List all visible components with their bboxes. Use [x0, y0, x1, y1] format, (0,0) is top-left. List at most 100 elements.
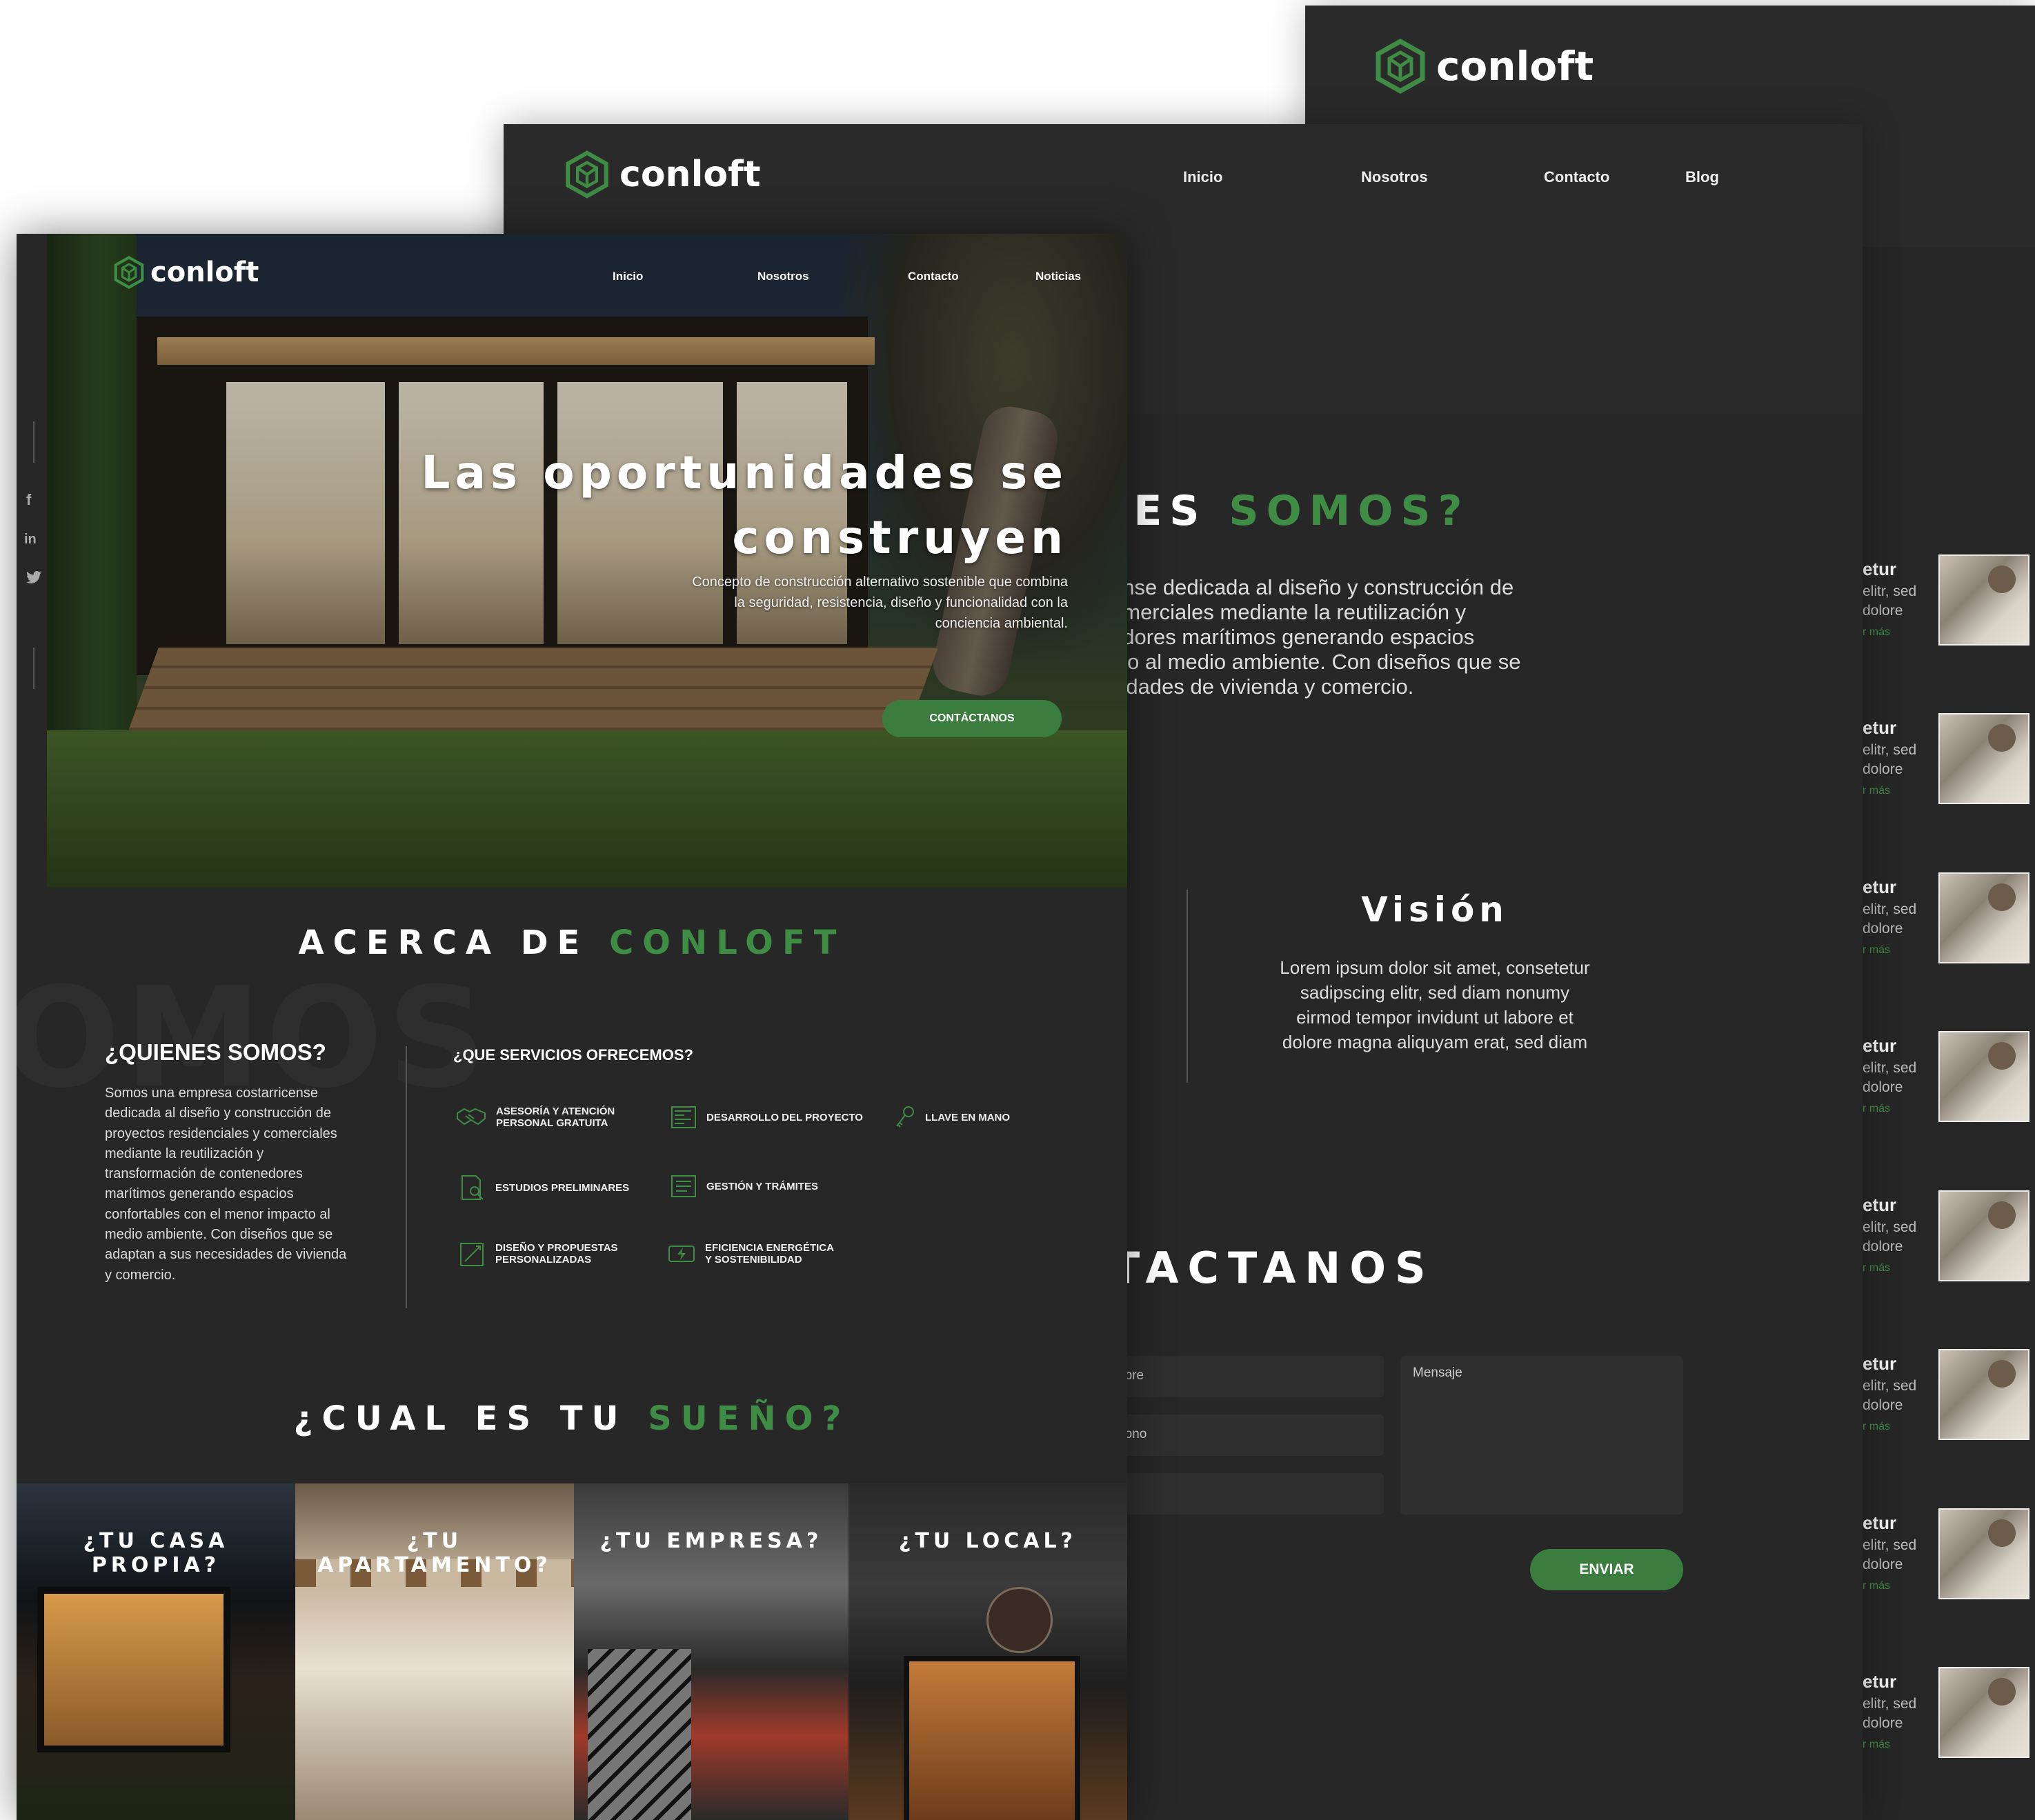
blog-card[interactable]: etur elitr, sed dolore r más [1861, 1349, 2035, 1446]
back-logo[interactable]: conloft [1374, 39, 1594, 94]
blog-card-thumbnail [1938, 1508, 2029, 1599]
vision-line: dolore magna aliquyam erat, sed diam [1282, 1032, 1588, 1052]
front-nav-inicio[interactable]: Inicio [613, 270, 643, 283]
dream-card-house[interactable]: ¿TU CASA PROPIA? [17, 1483, 295, 1820]
who-line: proyectos residenciales y comerciales [105, 1126, 337, 1141]
blog-card-excerpt: elitr, sed [1863, 1060, 1917, 1076]
dream-title-pre: ¿CUAL ES TU [293, 1399, 628, 1438]
blog-card-title: etur [1863, 1194, 1897, 1215]
blog-card[interactable]: etur elitr, sed dolore r más [1861, 554, 2035, 651]
email-field[interactable]: mail [1104, 1473, 1384, 1514]
blueprint-icon [671, 1106, 696, 1128]
dream-title-accent: SUEÑO? [648, 1399, 851, 1438]
who-text: Somos una empresa costarricense dedicada… [105, 1083, 346, 1286]
energy-icon [668, 1246, 695, 1262]
hero-subtitle-line: conciencia ambiental. [935, 616, 1068, 631]
forms-icon [671, 1175, 696, 1197]
service-label: PERSONALIZADAS [495, 1254, 592, 1266]
blog-card-excerpt: dolore [1863, 1239, 1903, 1254]
contact-title: TACTANOS [1111, 1243, 1435, 1293]
vision-title: Visión [1361, 890, 1509, 930]
social-rail-top [33, 421, 34, 463]
dream-card-apartment[interactable]: ¿TU APARTAMENTO? [295, 1483, 574, 1820]
read-more-link[interactable]: r más [1863, 1580, 1890, 1592]
name-field[interactable]: lombre [1104, 1356, 1384, 1397]
who-line: dedicada al diseño y construcción de [105, 1106, 331, 1121]
blog-card-title: etur [1863, 1671, 1897, 1692]
mid-logo[interactable]: conloft [564, 150, 761, 199]
mid-nav-blog[interactable]: Blog [1685, 168, 1719, 186]
hero-subtitle-line: la seguridad, resistencia, diseño y func… [734, 595, 1068, 610]
hero-title-line-1: Las oportunidades se [421, 446, 1068, 499]
read-more-link[interactable]: r más [1863, 1421, 1890, 1433]
about-divider [406, 1046, 407, 1308]
linkedin-icon[interactable]: in [24, 532, 37, 548]
blog-card-excerpt: dolore [1863, 1079, 1903, 1095]
blog-card[interactable]: etur elitr, sed dolore r más [1861, 1190, 2035, 1287]
service-label: DESARROLLO DEL PROYECTO [706, 1111, 863, 1123]
logo-text: conloft [1436, 43, 1594, 90]
blog-card-thumbnail [1938, 1190, 2029, 1281]
message-field[interactable]: Mensaje [1400, 1356, 1683, 1514]
who-line: y comercio. [105, 1267, 176, 1283]
service-label: LLAVE EN MANO [925, 1111, 1011, 1123]
logo-text: conloft [619, 154, 761, 195]
logo-hexagon-icon [114, 256, 144, 289]
dream-card-company[interactable]: ¿TU EMPRESA? [574, 1483, 848, 1820]
hero-subtitle: Concepto de construcción alternativo sos… [692, 572, 1068, 634]
blog-card-excerpt: elitr, sed [1863, 742, 1917, 758]
send-button[interactable]: ENVIAR [1530, 1549, 1683, 1590]
read-more-link[interactable]: r más [1863, 1103, 1890, 1115]
vision-line: eirmod tempor invidunt ut labore et [1296, 1007, 1574, 1028]
blog-card[interactable]: etur elitr, sed dolore r más [1861, 1667, 2035, 1763]
about-title: ACERCA DE CONLOFT [17, 923, 1127, 962]
front-nav-contacto[interactable]: Contacto [908, 270, 959, 283]
twitter-icon[interactable] [26, 571, 42, 588]
blog-card-title: etur [1863, 877, 1897, 897]
service-item: EFICIENCIA ENERGÉTICA Y SOSTENIBILIDAD [668, 1241, 834, 1267]
dream-card-shop[interactable]: ¿TU LOCAL? [848, 1483, 1127, 1820]
blog-card-title: etur [1863, 559, 1897, 579]
service-label: Y SOSTENIBILIDAD [705, 1254, 802, 1266]
hero-title-line-2: construyen [732, 511, 1068, 564]
front-nav-noticias[interactable]: Noticias [1035, 270, 1081, 283]
blog-card[interactable]: etur elitr, sed dolore r más [1861, 872, 2035, 969]
read-more-link[interactable]: r más [1863, 944, 1890, 957]
blog-card-excerpt: elitr, sed [1863, 583, 1917, 599]
mid-nav-contacto[interactable]: Contacto [1544, 168, 1609, 186]
blog-card[interactable]: etur elitr, sed dolore r más [1861, 713, 2035, 810]
front-nav-nosotros[interactable]: Nosotros [757, 270, 809, 283]
dream-label: ¿TU CASA PROPIA? [83, 1529, 229, 1577]
blog-card[interactable]: etur elitr, sed dolore r más [1861, 1031, 2035, 1128]
blog-card-excerpt: elitr, sed [1863, 1696, 1917, 1712]
service-item: DISEÑO Y PROPUESTAS PERSONALIZADAS [459, 1241, 618, 1267]
read-more-link[interactable]: r más [1863, 785, 1890, 797]
contact-us-button[interactable]: CONTÁCTANOS [882, 700, 1062, 737]
handshake-icon [457, 1108, 486, 1126]
who-line: medio ambiente. Con diseños que se [105, 1227, 333, 1243]
mid-nav-nosotros[interactable]: Nosotros [1361, 168, 1428, 186]
mid-who-text: ense dedicada al diseño y construcción d… [1111, 575, 1521, 699]
blog-card-thumbnail [1938, 1349, 2029, 1440]
vision-line: sadipscing elitr, sed diam nonumy [1300, 982, 1570, 1003]
storefront-image [904, 1656, 1080, 1820]
who-line: confortables con el menor impacto al [105, 1206, 330, 1222]
facebook-icon[interactable]: f [26, 491, 31, 509]
mid-nav-inicio[interactable]: Inicio [1183, 168, 1222, 186]
front-logo[interactable]: conloft [113, 256, 259, 289]
who-line: adaptan a sus necesidades de vivienda [105, 1247, 347, 1263]
blog-card[interactable]: etur elitr, sed dolore r más [1861, 1508, 2035, 1605]
read-more-link[interactable]: r más [1863, 1739, 1890, 1751]
read-more-link[interactable]: r más [1863, 626, 1890, 639]
mid-who-line: cto al medio ambiente. Con diseños que s… [1111, 650, 1521, 674]
who-line: transformación de contenedores [105, 1166, 303, 1182]
logo-hexagon-icon [566, 150, 608, 199]
service-item: GESTIÓN Y TRÁMITES [671, 1174, 818, 1198]
read-more-link[interactable]: r más [1863, 1262, 1890, 1274]
blog-card-thumbnail [1938, 1667, 2029, 1758]
blog-card-excerpt: elitr, sed [1863, 1537, 1917, 1553]
vision-line: Lorem ipsum dolor sit amet, consetetur [1280, 957, 1590, 978]
service-label: ASESORÍA Y ATENCIÓN [496, 1106, 615, 1117]
hero-section: conloft Inicio Nosotros Contacto Noticia… [47, 234, 1127, 888]
phone-field[interactable]: eléfono [1104, 1414, 1384, 1456]
